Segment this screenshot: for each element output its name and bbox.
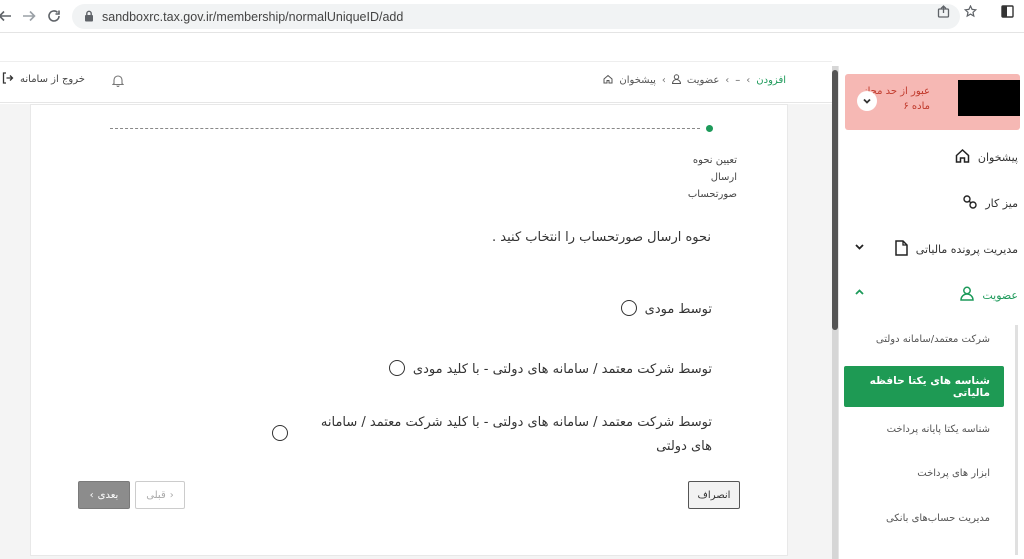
address-bar[interactable]: sandboxrc.tax.gov.ir/membership/normalUn… <box>72 4 960 29</box>
breadcrumb: پیشخوان › عضویت › – › افزودن <box>603 74 786 87</box>
sidebar-subitem-bank-accounts[interactable]: مدیریت حساب‌های بانکی <box>886 513 990 524</box>
step-label: تعیین نحوه ارسال صورتحساب <box>687 155 737 200</box>
home-icon <box>955 148 970 166</box>
bell-icon[interactable] <box>111 72 125 91</box>
reload-icon[interactable] <box>43 5 65 27</box>
sidebar-item-tax-file[interactable]: مدیریت پرونده مالیاتی <box>895 240 1018 259</box>
sidebar-item-desk[interactable]: میز کار <box>962 194 1018 212</box>
option-by-taxpayer[interactable]: توسط مودی <box>620 298 712 322</box>
option-label: توسط مودی <box>644 302 712 317</box>
sidebar-scrollbar[interactable] <box>1015 325 1018 555</box>
share-icon[interactable] <box>937 5 950 22</box>
logout-button[interactable]: خروج از سامانه <box>2 72 85 87</box>
option-label: توسط شرکت معتمد / سامانه های دولتی - با … <box>320 415 712 454</box>
option-trusted-company-company-key[interactable]: توسط شرکت معتمد / سامانه های دولتی - با … <box>272 411 712 459</box>
sidebar-item-membership[interactable]: عضویت <box>960 286 1018 304</box>
radio-button[interactable] <box>620 300 637 316</box>
breadcrumb-item-dashboard[interactable]: پیشخوان <box>619 75 655 86</box>
stepper-dot <box>706 125 713 132</box>
user-icon <box>960 286 975 304</box>
chevron-icon: › <box>661 75 666 86</box>
app-header: خروج از سامانه پیشخوان › عضویت › – › افز… <box>0 61 832 103</box>
star-icon[interactable] <box>963 4 978 22</box>
option-trusted-company-taxpayer-key[interactable]: توسط شرکت معتمد / سامانه های دولتی - با … <box>388 358 712 382</box>
sidebar-toggle-icon[interactable] <box>1001 5 1014 22</box>
logout-icon <box>2 72 14 87</box>
forward-arrow-icon[interactable] <box>18 5 40 27</box>
url-text: sandboxrc.tax.gov.ir/membership/normalUn… <box>102 9 404 24</box>
browser-toolbar: sandboxrc.tax.gov.ir/membership/normalUn… <box>0 0 1024 33</box>
option-label: توسط شرکت معتمد / سامانه های دولتی - با … <box>412 362 712 377</box>
breadcrumb-item-add: افزودن <box>756 75 786 86</box>
breadcrumb-item-dash: – <box>735 75 741 86</box>
sidebar-item-dashboard[interactable]: پیشخوان <box>955 148 1018 166</box>
home-icon <box>603 74 613 87</box>
sidebar-subitem-payment-terminal[interactable]: شناسه یکتا پایانه پرداخت <box>887 424 990 435</box>
redacted-block <box>958 80 1020 116</box>
chevron-left-icon: ‹ <box>169 489 174 501</box>
prev-button[interactable]: ‹ قبلی <box>135 481 185 509</box>
chevron-down-icon[interactable] <box>854 241 865 255</box>
chevron-right-icon: › <box>89 489 94 501</box>
back-arrow-icon[interactable] <box>0 5 16 27</box>
chevron-down-icon[interactable] <box>857 91 877 111</box>
chevron-icon: › <box>725 75 730 86</box>
question-text: نحوه ارسال صورتحساب را انتخاب کنید . <box>492 230 711 245</box>
logout-label: خروج از سامانه <box>20 74 85 85</box>
radio-button[interactable] <box>388 360 405 376</box>
radio-button[interactable] <box>272 425 288 441</box>
sidebar-subitem-tax-memory-ids[interactable]: شناسه های یکتا حافظه مالیاتی <box>844 366 1004 407</box>
next-button[interactable]: بعدی › <box>78 481 130 509</box>
file-icon <box>895 240 908 259</box>
chevron-icon: › <box>746 75 751 86</box>
sidebar <box>838 66 1024 559</box>
desk-icon <box>962 194 978 212</box>
lock-icon <box>84 7 94 26</box>
sidebar-subitem-trusted-company[interactable]: شرکت معتمد/سامانه دولتی <box>876 334 990 345</box>
stepper-line <box>110 128 700 129</box>
sidebar-subitem-payment-tools[interactable]: ابزار های پرداخت <box>917 468 990 479</box>
breadcrumb-item-membership[interactable]: عضویت <box>687 75 719 86</box>
cancel-button[interactable]: انصراف <box>688 481 740 509</box>
user-icon <box>671 74 681 87</box>
chevron-up-icon[interactable] <box>854 287 865 301</box>
